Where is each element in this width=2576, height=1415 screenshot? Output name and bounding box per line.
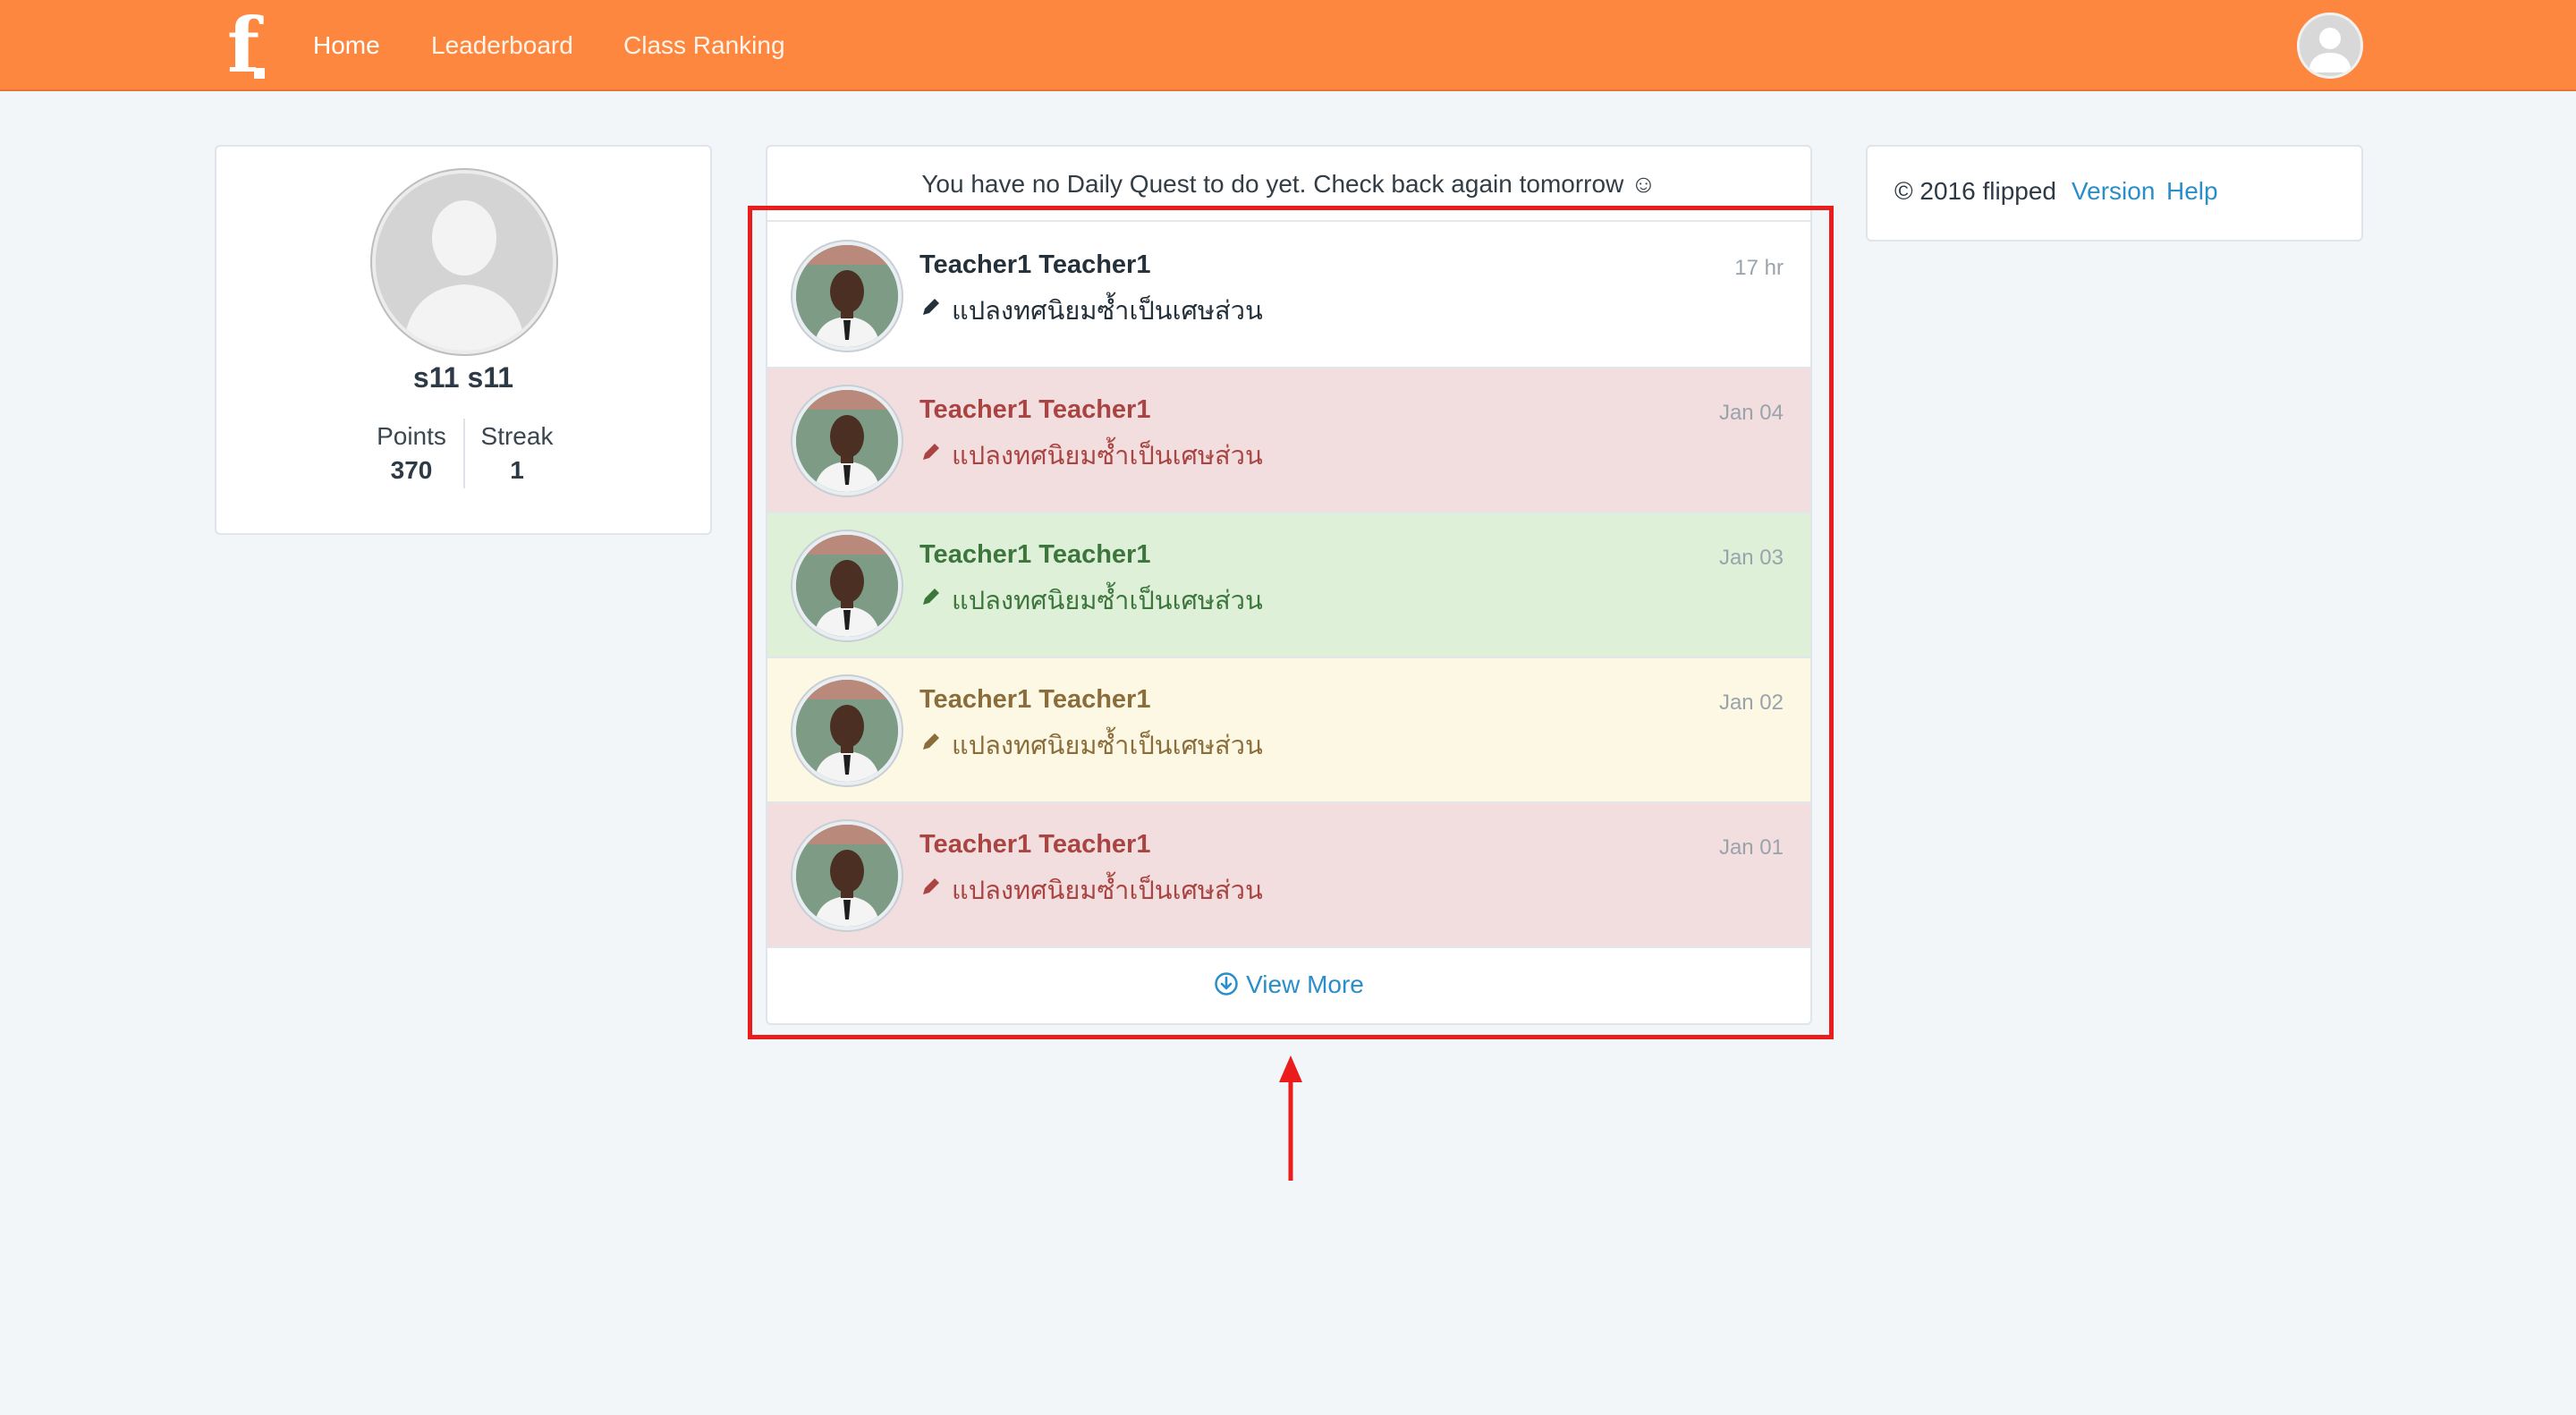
profile-name: s11 s11: [216, 361, 710, 394]
copyright-text: © 2016 flipped: [1894, 177, 2056, 206]
help-link[interactable]: Help: [2166, 177, 2218, 206]
profile-card: s11 s11 Points 370 Streak 1: [215, 145, 712, 535]
top-navbar: f Home Leaderboard Class Ranking: [0, 0, 2576, 91]
nav-class-ranking-link[interactable]: Class Ranking: [623, 29, 785, 63]
streak-label: Streak: [463, 420, 571, 453]
streak-stat: Streak 1: [463, 420, 571, 488]
user-avatar-menu[interactable]: [2297, 13, 2363, 79]
streak-value: 1: [463, 453, 571, 488]
nav-home-link[interactable]: Home: [313, 29, 380, 63]
nav-leaderboard-link[interactable]: Leaderboard: [431, 29, 573, 63]
version-link[interactable]: Version: [2072, 177, 2155, 206]
annotation-arrow-icon: [1270, 1055, 1311, 1181]
profile-avatar: [372, 170, 556, 354]
points-stat: Points 370: [358, 420, 465, 488]
flipped-logo[interactable]: f: [225, 9, 270, 82]
annotation-highlight-box: [748, 206, 1834, 1039]
footer-card: © 2016 flipped Version Help: [1866, 145, 2363, 241]
points-value: 370: [358, 453, 465, 488]
user-silhouette-icon: [376, 174, 553, 351]
user-silhouette-icon: [2300, 15, 2360, 76]
points-label: Points: [358, 420, 465, 453]
